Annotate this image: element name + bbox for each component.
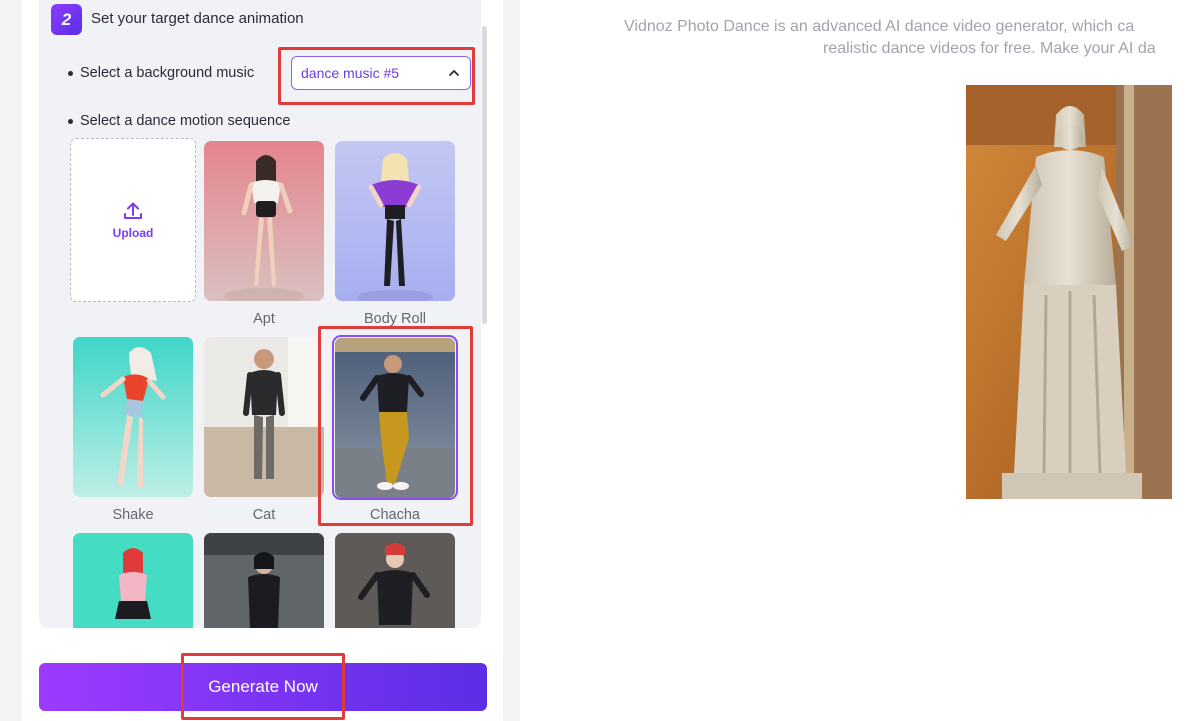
bullet-icon (68, 70, 73, 76)
motion-thumb-apt[interactable] (204, 141, 324, 301)
panel-divider (503, 0, 520, 721)
upload-icon (124, 202, 142, 219)
scrollbar-thumb[interactable] (482, 26, 487, 324)
motion-label-cat: Cat (252, 507, 276, 523)
dancer-image (204, 533, 324, 628)
upload-tile[interactable]: Upload (70, 138, 196, 302)
motion-label-body-roll: Body Roll (363, 311, 427, 327)
motion-thumb-row3-3[interactable] (335, 533, 455, 628)
motion-thumb-row3-1[interactable] (73, 533, 193, 628)
upload-label: Upload (112, 226, 154, 240)
music-dropdown[interactable]: dance music #5 (291, 56, 471, 90)
music-label: Select a background music (80, 65, 255, 81)
dancer-image (335, 141, 455, 301)
step-number-badge: 2 (51, 4, 82, 35)
dancer-image (204, 337, 324, 497)
description-line-2: realistic dance videos for free. Make yo… (823, 40, 1156, 57)
motion-thumb-shake[interactable] (73, 337, 193, 497)
chevron-up-icon (449, 69, 459, 76)
motion-label-shake: Shake (112, 507, 154, 523)
bullet-icon (68, 118, 73, 124)
generate-now-button[interactable]: Generate Now (39, 663, 487, 711)
dancer-image (335, 533, 455, 628)
music-row: Select a background music (68, 65, 254, 81)
motion-row: Select a dance motion sequence (68, 113, 290, 129)
left-edge-strip (0, 0, 22, 721)
dancer-image (73, 533, 193, 628)
motion-label: Select a dance motion sequence (80, 113, 291, 129)
motion-thumb-cat[interactable] (204, 337, 324, 497)
motion-thumb-row3-2[interactable] (204, 533, 324, 628)
description-line-1: Vidnoz Photo Dance is an advanced AI dan… (624, 18, 1135, 35)
music-selected-value: dance music #5 (301, 65, 400, 81)
motion-label-chacha: Chacha (370, 507, 420, 523)
motion-label-apt: Apt (253, 311, 275, 327)
uploaded-photo (966, 85, 1172, 499)
statue-image (966, 85, 1172, 499)
motion-thumb-body-roll[interactable] (335, 141, 455, 301)
motion-thumb-chacha[interactable] (335, 338, 455, 498)
dancer-image (73, 337, 193, 497)
dancer-image (335, 338, 455, 498)
dancer-image (204, 141, 324, 301)
step-title: Set your target dance animation (91, 10, 304, 27)
